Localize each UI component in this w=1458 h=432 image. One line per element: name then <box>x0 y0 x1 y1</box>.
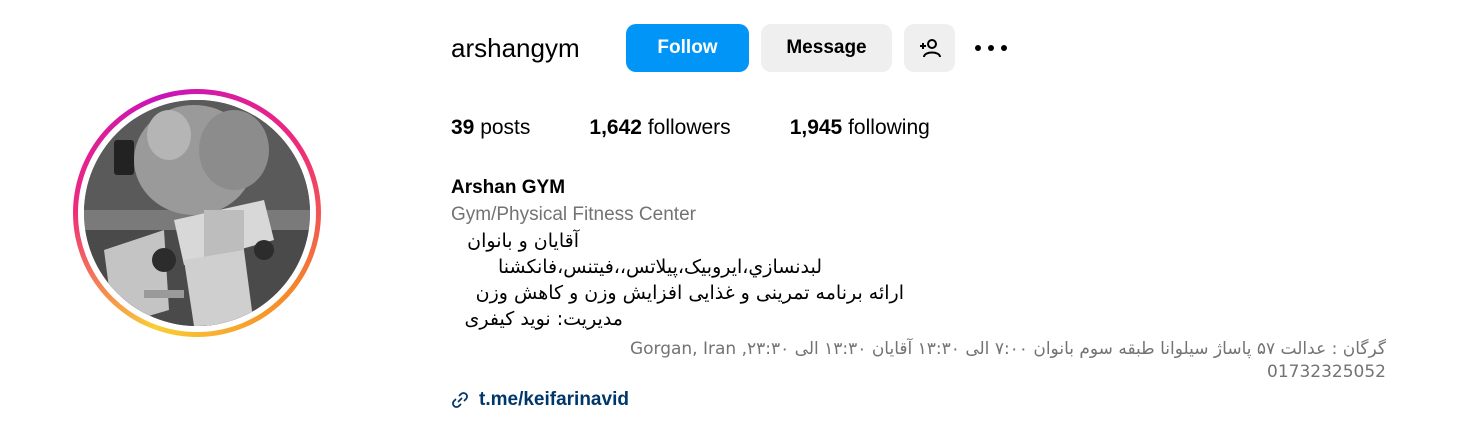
profile-address: گرگان : عدالت ۵۷ پاساژ سیلوانا طبقه سوم … <box>484 338 1386 384</box>
avatar-ring-gap <box>78 94 316 332</box>
profile-stats: 39 posts 1,642 followers 1,945 following <box>451 116 989 140</box>
avatar[interactable] <box>84 100 310 326</box>
followers-label: followers <box>647 116 731 139</box>
link-text[interactable]: t.me/keifarinavid <box>479 389 629 411</box>
profile-link[interactable]: t.me/keifarinavid <box>451 389 629 411</box>
bio-line: مدیریت: نوید کیفری <box>464 308 623 330</box>
followers-stat[interactable]: 1,642 followers <box>589 116 730 140</box>
bio-line: آقایان و بانوان <box>467 230 579 252</box>
followers-count: 1,642 <box>589 116 642 139</box>
link-icon <box>452 392 468 408</box>
bio-line: ارائه برنامه تمرینی و غذایی افزایش وزن و… <box>475 282 904 304</box>
profile-category: Gym/Physical Fitness Center <box>451 204 696 225</box>
more-options-button[interactable] <box>968 30 1014 66</box>
gym-photo-avatar <box>84 100 310 326</box>
following-stat[interactable]: 1,945 following <box>790 116 930 140</box>
message-button[interactable]: Message <box>761 24 892 72</box>
phone-number: 01732325052 <box>1267 362 1386 382</box>
following-count: 1,945 <box>789 116 843 139</box>
address-line: گرگان : عدالت ۵۷ پاساژ سیلوانا طبقه سوم … <box>629 339 1386 359</box>
profile-bio: Arshan GYM Gym/Physical Fitness Center آ… <box>451 175 1391 332</box>
person-add-icon <box>919 39 941 58</box>
profile-username: arshangym <box>451 33 580 63</box>
avatar-story-ring[interactable] <box>73 89 321 337</box>
more-horizontal-icon <box>975 45 1007 51</box>
follow-button[interactable]: Follow <box>626 24 749 72</box>
profile-full-name: Arshan GYM <box>451 177 566 198</box>
posts-count: 39 <box>451 116 475 139</box>
posts-label: posts <box>480 116 531 139</box>
bio-line: لبدنسازي،ایروبیک،پیلاتس،،فیتنس،فانکشنا <box>498 256 822 278</box>
add-user-button[interactable] <box>904 24 955 72</box>
posts-stat: 39 posts <box>451 116 530 140</box>
following-label: following <box>848 116 930 139</box>
